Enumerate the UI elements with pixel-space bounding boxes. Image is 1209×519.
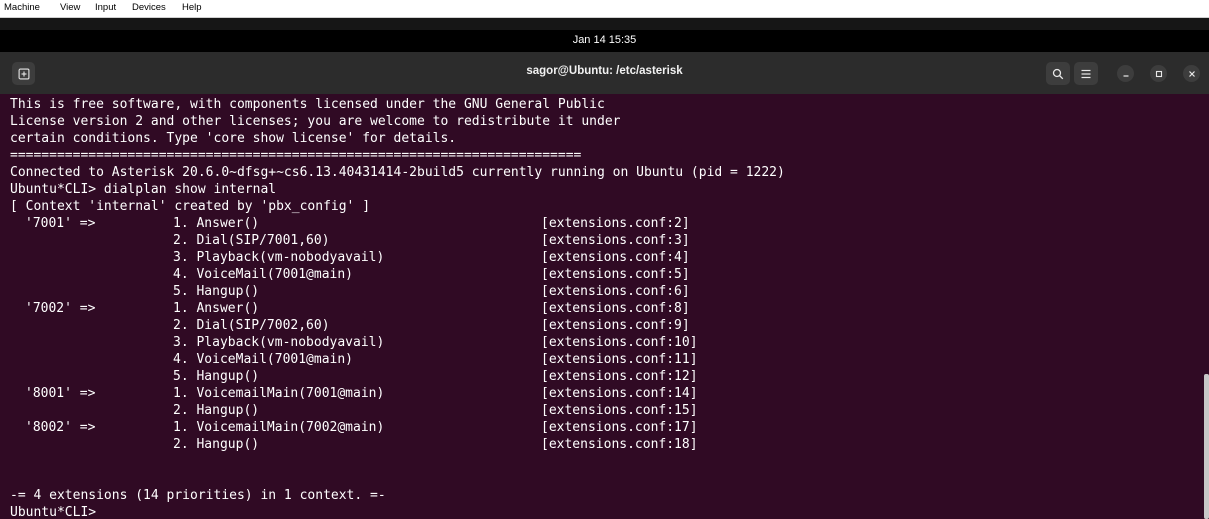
menu-machine[interactable]: Machine bbox=[4, 2, 40, 13]
terminal-output[interactable]: This is free software, with components l… bbox=[0, 94, 1209, 519]
config-source: [extensions.conf:12] bbox=[541, 369, 698, 384]
config-source: [extensions.conf:2] bbox=[541, 216, 690, 231]
output-line: This is free software, with components l… bbox=[10, 97, 605, 112]
priority-application: 2. Dial(SIP/7001,60) bbox=[173, 233, 330, 248]
menu-button[interactable] bbox=[1074, 62, 1098, 85]
config-source: [extensions.conf:18] bbox=[541, 437, 698, 452]
config-source: [extensions.conf:10] bbox=[541, 335, 698, 350]
close-button[interactable] bbox=[1183, 65, 1200, 82]
vm-menu-bar: Machine View Input Devices Help bbox=[0, 0, 1209, 18]
config-source: [extensions.conf:6] bbox=[541, 284, 690, 299]
priority-application: 5. Hangup() bbox=[173, 284, 260, 299]
terminal-header-bar: sagor@Ubuntu: /etc/asterisk bbox=[0, 52, 1209, 94]
priority-application: 3. Playback(vm-nobodyavail) bbox=[173, 250, 385, 265]
priority-application: 5. Hangup() bbox=[173, 369, 260, 384]
priority-application: 1. Answer() bbox=[173, 216, 260, 231]
minimize-button[interactable] bbox=[1117, 65, 1134, 82]
top-border bbox=[0, 18, 1209, 30]
priority-application: 1. VoicemailMain(7002@main) bbox=[173, 420, 385, 435]
window-title: sagor@Ubuntu: /etc/asterisk bbox=[526, 65, 683, 77]
extension-label: '8001' => bbox=[25, 386, 96, 401]
priority-application: 1. VoicemailMain(7001@main) bbox=[173, 386, 385, 401]
cli-prompt[interactable]: Ubuntu*CLI> bbox=[10, 504, 96, 519]
priority-application: 4. VoiceMail(7001@main) bbox=[173, 267, 354, 282]
close-icon bbox=[1188, 70, 1195, 77]
priority-application: 4. VoiceMail(7001@main) bbox=[173, 352, 354, 367]
terminal-scrollbar[interactable] bbox=[1204, 374, 1209, 519]
menu-input[interactable]: Input bbox=[95, 2, 116, 13]
gnome-top-bar: Jan 14 15:35 bbox=[0, 30, 1209, 52]
config-source: [extensions.conf:14] bbox=[541, 386, 698, 401]
context-header: [ Context 'internal' created by 'pbx_con… bbox=[10, 199, 371, 214]
config-source: [extensions.conf:17] bbox=[541, 420, 698, 435]
minimize-icon bbox=[1123, 74, 1128, 77]
search-button[interactable] bbox=[1046, 62, 1070, 85]
priority-application: 3. Playback(vm-nobodyavail) bbox=[173, 335, 385, 350]
extension-label: '7002' => bbox=[25, 301, 96, 316]
output-line: certain conditions. Type 'core show lice… bbox=[10, 131, 457, 146]
hamburger-menu-icon bbox=[1081, 69, 1091, 78]
command-line: Ubuntu*CLI> dialplan show internal bbox=[10, 182, 277, 197]
separator-line: ========================================… bbox=[10, 148, 582, 163]
config-source: [extensions.conf:5] bbox=[541, 267, 690, 282]
config-source: [extensions.conf:8] bbox=[541, 301, 690, 316]
output-line: License version 2 and other licenses; yo… bbox=[10, 114, 621, 129]
config-source: [extensions.conf:15] bbox=[541, 403, 698, 418]
connection-line: Connected to Asterisk 20.6.0~dfsg+~cs6.1… bbox=[10, 165, 785, 180]
config-source: [extensions.conf:11] bbox=[541, 352, 698, 367]
priority-application: 2. Dial(SIP/7002,60) bbox=[173, 318, 330, 333]
priority-application: 2. Hangup() bbox=[173, 437, 260, 452]
config-source: [extensions.conf:9] bbox=[541, 318, 690, 333]
priority-application: 2. Hangup() bbox=[173, 403, 260, 418]
menu-devices[interactable]: Devices bbox=[132, 2, 166, 13]
config-source: [extensions.conf:4] bbox=[541, 250, 690, 265]
menu-help[interactable]: Help bbox=[182, 2, 202, 13]
menu-view[interactable]: View bbox=[60, 2, 80, 13]
config-source: [extensions.conf:3] bbox=[541, 233, 690, 248]
search-icon bbox=[1052, 68, 1064, 79]
extension-label: '8002' => bbox=[25, 420, 96, 435]
extension-label: '7001' => bbox=[25, 216, 96, 231]
summary-line: -= 4 extensions (14 priorities) in 1 con… bbox=[10, 488, 386, 503]
priority-application: 1. Answer() bbox=[173, 301, 260, 316]
clock[interactable]: Jan 14 15:35 bbox=[0, 34, 1209, 46]
maximize-button[interactable] bbox=[1150, 65, 1167, 82]
maximize-icon bbox=[1155, 70, 1162, 77]
